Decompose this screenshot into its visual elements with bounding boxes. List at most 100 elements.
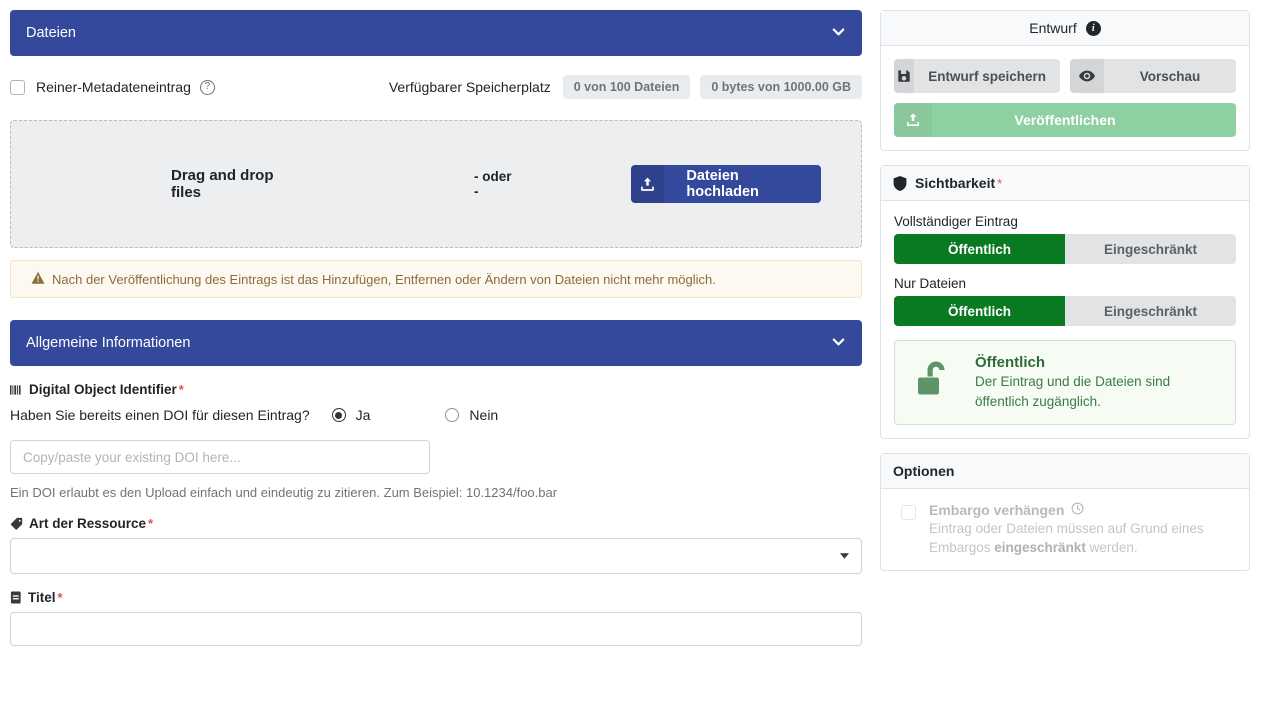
radio-no-control[interactable]: [445, 408, 460, 422]
chevron-down-icon[interactable]: [831, 334, 846, 353]
files-warning-banner: Nach der Veröffentlichung des Eintrags i…: [10, 260, 862, 298]
options-card-body: Embargo verhängen Eintrag oder Dateien m…: [881, 489, 1249, 570]
embargo-desc-post: werden.: [1085, 540, 1138, 556]
eye-icon: [1070, 59, 1104, 93]
metadata-only-checkbox[interactable]: [10, 79, 25, 95]
visibility-notice-body: Der Eintrag und die Dateien sind öffentl…: [975, 374, 1171, 409]
upload-icon: [631, 165, 665, 203]
shield-icon: [893, 175, 907, 191]
visibility-notice-text: Öffentlich Der Eintrag und die Dateien s…: [975, 354, 1221, 411]
unlock-icon: [913, 358, 959, 409]
doi-input-placeholder: Copy/paste your existing DOI here...: [23, 449, 241, 465]
required-marker: *: [997, 175, 1003, 191]
files-warning-text: Nach der Veröffentlichung des Eintrags i…: [52, 271, 716, 287]
warning-icon: [31, 271, 45, 288]
draft-card: Entwurf i Entwurf speichern Vorschau Ver…: [880, 10, 1250, 151]
caret-down-icon[interactable]: [840, 551, 849, 561]
clock-icon: [1071, 502, 1084, 518]
doi-input[interactable]: Copy/paste your existing DOI here...: [10, 440, 430, 474]
dropzone-or-text: - oder -: [474, 169, 512, 199]
publish-upload-icon: [894, 103, 932, 137]
files-only-public-option[interactable]: Öffentlich: [894, 296, 1065, 326]
preview-button[interactable]: Vorschau: [1070, 59, 1236, 93]
visibility-card-header: Sichtbarkeit *: [881, 166, 1249, 201]
options-card-header: Optionen: [881, 454, 1249, 490]
doi-radio-no-label: Nein: [469, 407, 499, 423]
preview-label: Vorschau: [1139, 68, 1201, 84]
full-record-public-option[interactable]: Öffentlich: [894, 234, 1065, 264]
publish-button[interactable]: Veröffentlichen: [894, 103, 1236, 137]
embargo-checkbox[interactable]: [901, 505, 916, 521]
doi-radio-row: Haben Sie bereits einen DOI für diesen E…: [10, 407, 862, 423]
embargo-texts: Embargo verhängen Eintrag oder Dateien m…: [929, 502, 1236, 557]
save-icon: [894, 59, 915, 93]
visibility-notice: Öffentlich Der Eintrag und die Dateien s…: [894, 340, 1236, 426]
form-main-column: Dateien Reiner-Metadateneintrag ? Verfüg…: [0, 0, 872, 706]
upload-files-button[interactable]: Dateien hochladen: [631, 165, 821, 203]
files-only-restricted-option[interactable]: Eingeschränkt: [1065, 296, 1236, 326]
general-info-section-title: Allgemeine Informationen: [26, 335, 191, 351]
embargo-description: Eintrag oder Dateien müssen auf Grund ei…: [929, 519, 1236, 557]
files-only-label: Nur Dateien: [894, 276, 967, 291]
required-marker: *: [148, 516, 154, 531]
quota-label: Verfügbarer Speicherplatz: [388, 79, 551, 95]
title-label-text: Titel: [28, 590, 56, 605]
options-title: Optionen: [893, 463, 955, 480]
doi-radio-yes[interactable]: Ja: [331, 407, 371, 423]
visibility-title: Sichtbarkeit: [915, 175, 996, 191]
visibility-card-body: Vollständiger Eintrag Öffentlich Eingesc…: [881, 201, 1249, 438]
general-info-section-header[interactable]: Allgemeine Informationen: [10, 320, 862, 366]
resource-type-field-label: Art der Ressource *: [10, 516, 862, 531]
visibility-notice-title: Öffentlich: [975, 354, 1045, 371]
doi-hint-text: Ein DOI erlaubt es den Upload einfach un…: [10, 485, 558, 500]
doi-field-label: Digital Object Identifier *: [10, 382, 862, 397]
dropzone-text: Drag and drop files: [171, 167, 274, 201]
files-only-visibility-toggle: Öffentlich Eingeschränkt: [894, 296, 1236, 326]
info-icon[interactable]: i: [1085, 20, 1101, 36]
resource-type-select[interactable]: [10, 538, 862, 574]
embargo-title-row: Embargo verhängen: [929, 502, 1236, 518]
full-record-label: Vollständiger Eintrag: [894, 214, 1018, 229]
tag-icon: [10, 517, 23, 530]
upload-form-page: Dateien Reiner-Metadateneintrag ? Verfüg…: [0, 0, 1266, 706]
full-record-visibility-toggle: Öffentlich Eingeschränkt: [894, 234, 1236, 264]
title-field-label: Titel *: [10, 590, 862, 605]
file-dropzone[interactable]: Drag and drop files - oder - Dateien hoc…: [10, 120, 862, 248]
embargo-label: Embargo verhängen: [929, 502, 1065, 519]
draft-card-header: Entwurf i: [881, 11, 1249, 46]
form-sidebar: Entwurf i Entwurf speichern Vorschau Ver…: [872, 0, 1266, 706]
help-icon[interactable]: ?: [199, 79, 215, 95]
required-marker: *: [57, 590, 63, 605]
doi-radio-no[interactable]: Nein: [445, 407, 498, 423]
quota-files-badge: 0 von 100 Dateien: [562, 75, 691, 99]
visibility-card: Sichtbarkeit * Vollständiger Eintrag Öff…: [880, 165, 1250, 440]
save-draft-label: Entwurf speichern: [928, 68, 1046, 84]
metadata-only-label: Reiner-Metadateneintrag: [36, 79, 191, 95]
barcode-icon: [10, 384, 23, 396]
publish-label: Veröffentlichen: [1014, 112, 1116, 128]
quota-bytes-badge: 0 bytes von 1000.00 GB: [700, 75, 862, 99]
full-record-restricted-option[interactable]: Eingeschränkt: [1065, 234, 1236, 264]
quota-group: Verfügbarer Speicherplatz 0 von 100 Date…: [389, 75, 862, 99]
draft-actions-row: Entwurf speichern Vorschau: [894, 59, 1236, 93]
draft-card-body: Entwurf speichern Vorschau Veröffentlich…: [881, 46, 1249, 150]
doi-radio-yes-label: Ja: [355, 407, 371, 423]
doi-question-text: Haben Sie bereits einen DOI für diesen E…: [10, 407, 310, 423]
required-marker: *: [178, 382, 184, 397]
title-input[interactable]: [10, 612, 862, 646]
files-section-title: Dateien: [26, 25, 76, 41]
draft-status-title: Entwurf: [1029, 20, 1077, 36]
doi-label-text: Digital Object Identifier: [29, 382, 177, 397]
metadata-only-row: Reiner-Metadateneintrag ? Verfügbarer Sp…: [10, 64, 862, 110]
embargo-desc-strong: eingeschränkt: [994, 540, 1086, 556]
files-section-header[interactable]: Dateien: [10, 10, 862, 56]
embargo-option-row: Embargo verhängen Eintrag oder Dateien m…: [894, 502, 1236, 557]
save-draft-button[interactable]: Entwurf speichern: [894, 59, 1060, 93]
radio-yes-control[interactable]: [331, 408, 346, 422]
upload-files-label: Dateien hochladen: [686, 168, 759, 200]
book-icon: [10, 591, 22, 604]
options-card: Optionen Embargo verhängen Eintrag oder …: [880, 453, 1250, 572]
chevron-down-icon[interactable]: [831, 24, 846, 43]
resource-type-label-text: Art der Ressource: [29, 516, 147, 531]
